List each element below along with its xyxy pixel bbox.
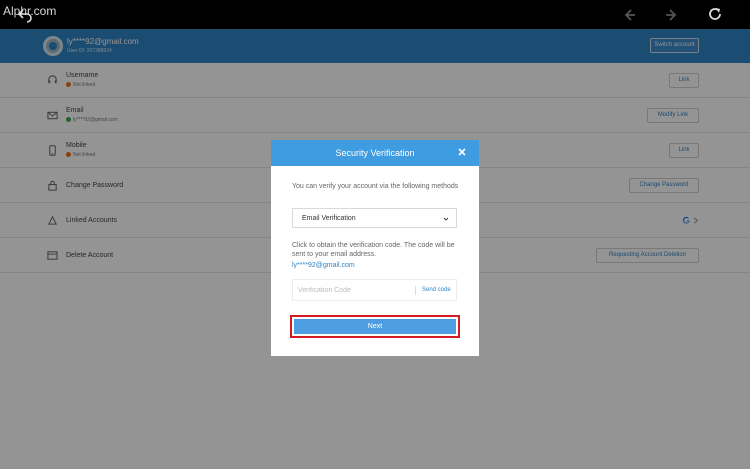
verification-method-select[interactable]: Email Verification bbox=[292, 208, 457, 228]
dialog-description: Click to obtain the verification code. T… bbox=[292, 242, 455, 258]
divider bbox=[415, 286, 416, 295]
next-button-highlight: Next bbox=[290, 315, 460, 338]
verification-code-input[interactable] bbox=[293, 280, 413, 300]
verification-code-field: Send code bbox=[292, 279, 457, 301]
dialog-title: Security Verification bbox=[335, 148, 415, 158]
dialog-intro-text: You can verify your account via the foll… bbox=[292, 183, 459, 190]
dialog-header: Security Verification bbox=[271, 140, 479, 166]
refresh-icon[interactable] bbox=[707, 6, 723, 22]
target-email: ly****92@gmail.com bbox=[292, 262, 355, 269]
next-button[interactable]: Next bbox=[294, 319, 456, 334]
selected-method: Email Verification bbox=[302, 215, 356, 222]
app-topbar: Alphr.com bbox=[0, 0, 750, 29]
back-icon[interactable] bbox=[17, 7, 33, 23]
send-code-link[interactable]: Send code bbox=[422, 287, 451, 293]
chevron-down-icon bbox=[443, 217, 449, 221]
nav-back-arrow-icon[interactable] bbox=[623, 8, 637, 22]
close-icon[interactable] bbox=[457, 147, 467, 157]
security-verification-dialog: Security Verification You can verify you… bbox=[271, 140, 479, 356]
nav-forward-arrow-icon[interactable] bbox=[664, 8, 678, 22]
